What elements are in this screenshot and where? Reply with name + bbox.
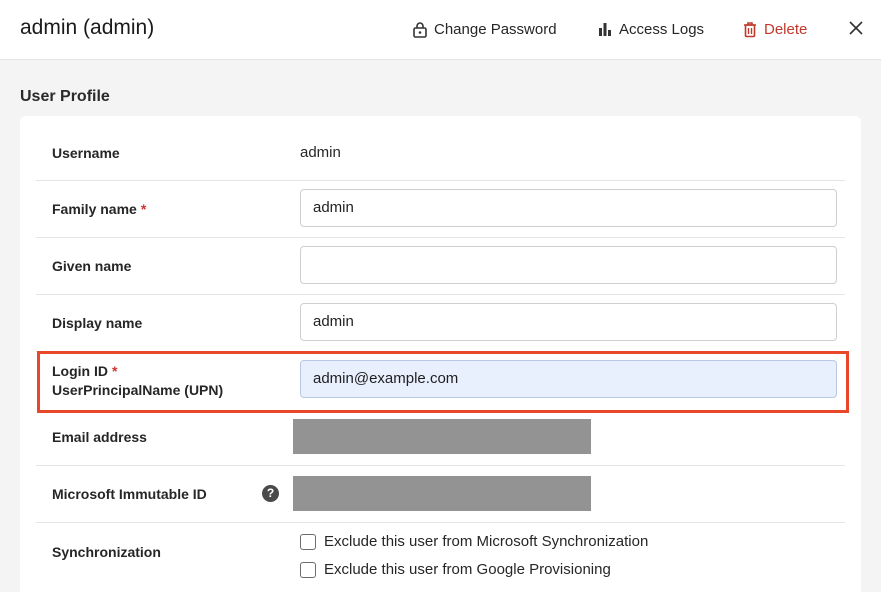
change-password-button[interactable]: Change Password bbox=[412, 18, 557, 40]
close-icon bbox=[849, 21, 863, 35]
close-button[interactable] bbox=[846, 18, 866, 38]
page-title: admin (admin) bbox=[20, 16, 155, 39]
immutable-id-label: Microsoft Immutable ID bbox=[52, 486, 207, 502]
redacted-email bbox=[293, 419, 591, 454]
exclude-google-label: Exclude this user from Google Provisioni… bbox=[324, 561, 611, 578]
given-name-input[interactable] bbox=[300, 246, 837, 284]
display-name-label: Display name bbox=[52, 315, 143, 331]
family-name-row: Family name * admin bbox=[36, 181, 845, 238]
redacted-immutable-id bbox=[293, 476, 591, 511]
family-name-input[interactable]: admin bbox=[300, 189, 837, 227]
synchronization-row: Synchronization Exclude this user from M… bbox=[36, 523, 845, 592]
delete-button[interactable]: Delete bbox=[742, 18, 807, 40]
change-password-label: Change Password bbox=[434, 20, 557, 38]
username-row: Username admin bbox=[36, 125, 845, 181]
email-label: Email address bbox=[52, 429, 147, 445]
required-marker: * bbox=[140, 201, 147, 217]
email-row: Email address bbox=[36, 409, 845, 466]
display-name-row: Display name admin bbox=[36, 295, 845, 352]
help-icon[interactable]: ? bbox=[262, 485, 279, 502]
exclude-microsoft-label: Exclude this user from Microsoft Synchro… bbox=[324, 533, 649, 550]
immutable-id-row: Microsoft Immutable ID ? bbox=[36, 466, 845, 523]
lock-icon bbox=[413, 21, 427, 38]
checkbox-box[interactable] bbox=[300, 561, 316, 578]
login-id-highlight bbox=[37, 351, 849, 413]
trash-icon bbox=[744, 21, 756, 37]
dialog-header: admin (admin) Change Password Access Log… bbox=[0, 0, 881, 60]
given-name-row: Given name bbox=[36, 238, 845, 295]
synchronization-label: Synchronization bbox=[52, 544, 161, 560]
exclude-google-checkbox[interactable]: Exclude this user from Google Provisioni… bbox=[300, 561, 611, 578]
exclude-microsoft-checkbox[interactable]: Exclude this user from Microsoft Synchro… bbox=[300, 533, 648, 550]
given-name-label: Given name bbox=[52, 258, 132, 274]
bar-chart-icon bbox=[599, 23, 611, 36]
delete-label: Delete bbox=[764, 20, 808, 38]
username-value: admin bbox=[300, 144, 341, 161]
access-logs-button[interactable]: Access Logs bbox=[597, 18, 704, 40]
section-title: User Profile bbox=[20, 88, 110, 105]
access-logs-label: Access Logs bbox=[619, 20, 705, 38]
family-name-label: Family name * bbox=[52, 201, 147, 217]
display-name-input[interactable]: admin bbox=[300, 303, 837, 341]
checkbox-box[interactable] bbox=[300, 533, 316, 550]
username-label: Username bbox=[52, 145, 120, 161]
